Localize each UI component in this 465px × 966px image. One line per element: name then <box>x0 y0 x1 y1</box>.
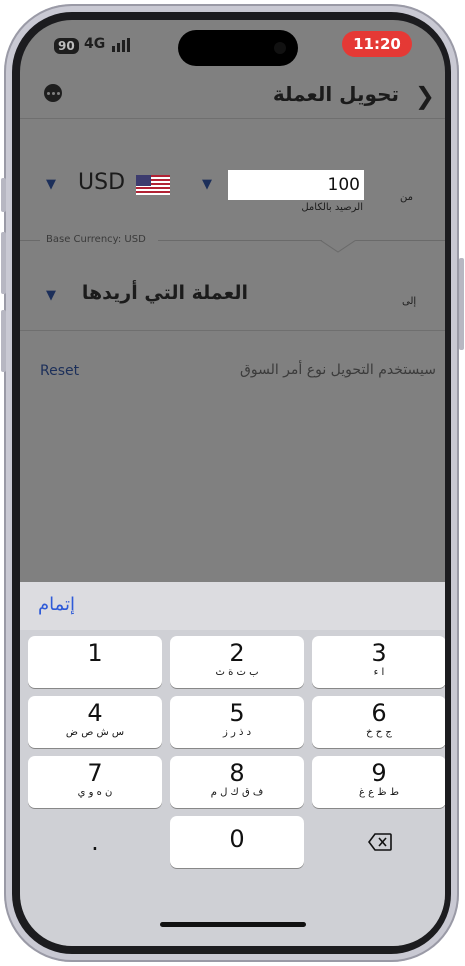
key-7[interactable]: 7ن ه و ي <box>28 756 162 808</box>
status-time: 11:20 <box>342 31 412 57</box>
delete-key[interactable] <box>312 816 445 868</box>
from-currency-select[interactable]: USD <box>78 170 125 195</box>
page-title: تحويل العملة <box>272 82 399 106</box>
reset-button[interactable]: Reset <box>40 363 79 379</box>
market-order-note: سيستخدم التحويل نوع أمر السوق <box>239 362 436 378</box>
chevron-right-icon[interactable]: ❯ <box>415 82 435 110</box>
mute-switch <box>1 178 6 212</box>
status-bar: 90 4G 11:20 <box>20 20 445 74</box>
header-divider <box>20 118 445 119</box>
base-currency-label: Base Currency: USD <box>46 234 146 245</box>
full-balance-link[interactable]: الرصيد بالكامل <box>270 202 363 213</box>
key-5[interactable]: 5د ذ ر ز <box>170 696 304 748</box>
sim-badge: 90 <box>54 38 79 54</box>
us-flag-icon <box>136 175 170 195</box>
dynamic-island <box>178 30 298 66</box>
power-button <box>459 258 464 350</box>
key-2[interactable]: 2ب ت ة ث <box>170 636 304 688</box>
section-divider <box>20 330 445 331</box>
done-button[interactable]: إتمام <box>38 594 75 615</box>
key-dot[interactable]: . <box>28 816 162 868</box>
target-currency-caret-icon[interactable]: ▼ <box>46 288 56 303</box>
keyboard-toolbar: إتمام <box>20 582 445 630</box>
volume-up-button <box>1 232 6 294</box>
screen: 90 4G 11:20 تحويل العملة ❯ ▼ USD ▼ 100 ا… <box>20 20 445 946</box>
numeric-keyboard: 1 2ب ت ة ث 3ا ء 4س ش ص ض 5د ذ ر ز 6ج ح خ… <box>20 630 445 946</box>
key-8[interactable]: 8ف ق ك ل م <box>170 756 304 808</box>
backspace-icon <box>368 833 392 851</box>
to-label: إلى <box>402 296 417 307</box>
home-indicator[interactable] <box>160 922 306 927</box>
key-6[interactable]: 6ج ح خ <box>312 696 445 748</box>
currency-dropdown-caret-icon[interactable]: ▼ <box>46 177 56 192</box>
key-3[interactable]: 3ا ء <box>312 636 445 688</box>
nav-header: تحويل العملة ❯ <box>20 74 445 118</box>
signal-icon <box>112 38 130 52</box>
key-9[interactable]: 9ط ظ ع غ <box>312 756 445 808</box>
more-icon[interactable] <box>44 84 62 102</box>
amount-type-caret-icon[interactable]: ▼ <box>202 177 212 192</box>
network-type: 4G <box>84 36 106 52</box>
from-label: من <box>400 192 413 203</box>
amount-input[interactable]: 100 <box>228 170 364 200</box>
base-currency-divider: Base Currency: USD <box>20 234 445 258</box>
key-1[interactable]: 1 <box>28 636 162 688</box>
target-currency-select[interactable]: العملة التي أريدها <box>78 282 248 304</box>
volume-down-button <box>1 310 6 372</box>
key-4[interactable]: 4س ش ص ض <box>28 696 162 748</box>
swap-chevron-icon[interactable] <box>320 240 356 254</box>
key-0[interactable]: 0 <box>170 816 304 868</box>
